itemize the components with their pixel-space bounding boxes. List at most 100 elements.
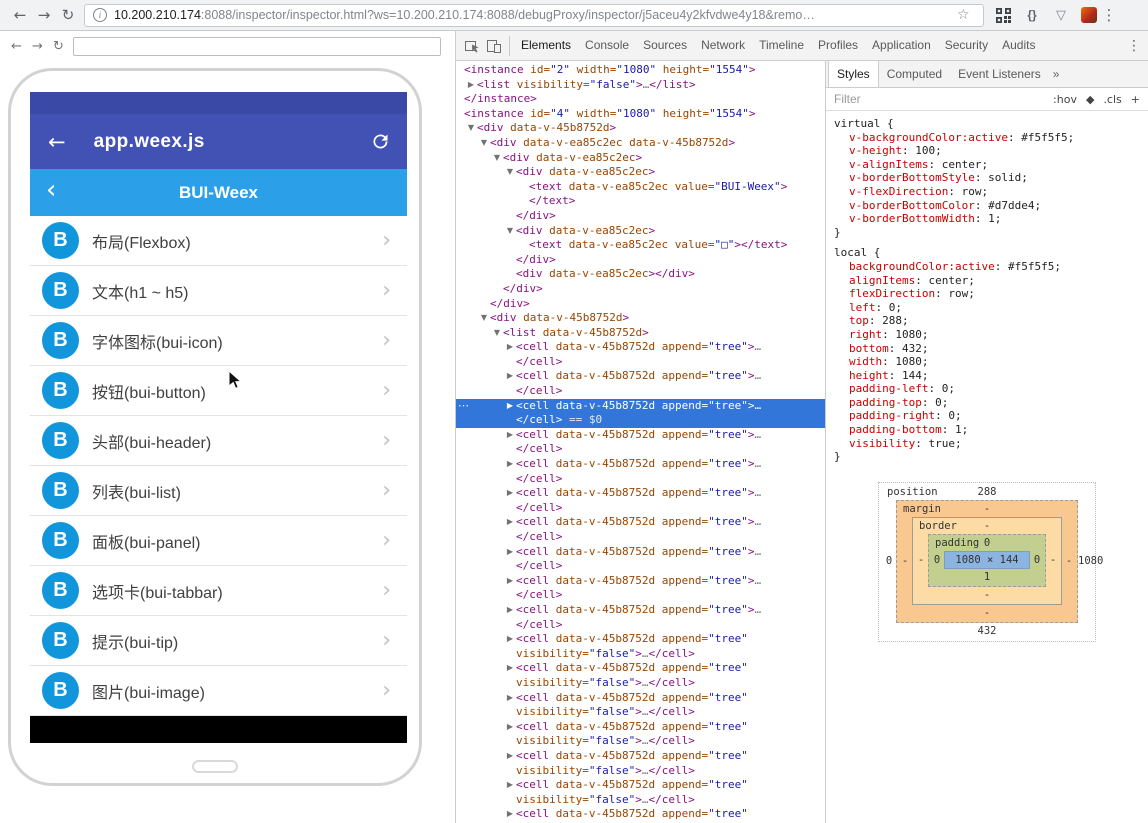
tab-application[interactable]: Application: [865, 38, 938, 52]
collapsed-arrow-icon[interactable]: ▶: [504, 369, 516, 384]
list-item[interactable]: B图片(bui-image)›: [30, 666, 407, 716]
css-property[interactable]: padding-bottom: 1;: [834, 423, 1146, 437]
tree-line[interactable]: </cell>: [456, 384, 825, 399]
tab-audits[interactable]: Audits: [995, 38, 1042, 52]
tree-line[interactable]: ▶<cell data-v-45b8752d append="tree">…: [456, 545, 825, 560]
tree-line[interactable]: visibility="false">…</cell>: [456, 676, 825, 691]
list-item[interactable]: B面板(bui-panel)›: [30, 516, 407, 566]
css-property[interactable]: padding-top: 0;: [834, 396, 1146, 410]
device-toolbar-button[interactable]: [483, 38, 505, 54]
tree-line[interactable]: ⋯▶<cell data-v-45b8752d append="tree">…: [456, 399, 825, 414]
tree-line[interactable]: ▼<div data-v-ea85c2ec>: [456, 165, 825, 180]
new-rule-button[interactable]: +: [1131, 93, 1140, 106]
collapsed-arrow-icon[interactable]: ▶: [504, 749, 516, 764]
browser-back-button[interactable]: ←: [8, 6, 32, 24]
diamond-icon[interactable]: ◆: [1086, 93, 1094, 106]
colored-extension-icon[interactable]: [1081, 7, 1097, 23]
tree-line[interactable]: </cell>: [456, 588, 825, 603]
collapsed-arrow-icon[interactable]: ▶: [504, 486, 516, 501]
tree-line[interactable]: ▼<div data-v-ea85c2ec>: [456, 224, 825, 239]
tree-line[interactable]: <text data-v-ea85c2ec value="BUI-Weex">: [456, 180, 825, 195]
collapsed-arrow-icon[interactable]: ▶: [504, 807, 516, 822]
box-model-content[interactable]: 1080 × 144: [944, 551, 1030, 569]
tree-line[interactable]: </div>: [456, 209, 825, 224]
list-item[interactable]: B选项卡(bui-tabbar)›: [30, 566, 407, 616]
tab-console[interactable]: Console: [578, 38, 636, 52]
inspector-address-input[interactable]: [73, 37, 441, 56]
browser-forward-button[interactable]: →: [32, 6, 56, 24]
collapsed-arrow-icon[interactable]: ▶: [504, 340, 516, 355]
collapsed-arrow-icon[interactable]: ▶: [504, 515, 516, 530]
tree-line[interactable]: ▼<div data-v-ea85c2ec data-v-45b8752d>: [456, 136, 825, 151]
address-bar[interactable]: i 10.200.210.174:8088/inspector/inspecto…: [84, 4, 984, 27]
collapsed-arrow-icon[interactable]: ▶: [504, 399, 516, 414]
css-property[interactable]: height: 144;: [834, 369, 1146, 383]
list-item[interactable]: B字体图标(bui-icon)›: [30, 316, 407, 366]
tree-line[interactable]: <instance id="4" width="1080" height="15…: [456, 107, 825, 122]
tree-line[interactable]: ▼<div data-v-ea85c2ec>: [456, 151, 825, 166]
expanded-arrow-icon[interactable]: ▼: [491, 151, 503, 166]
tree-line[interactable]: ▶<cell data-v-45b8752d append="tree">…: [456, 486, 825, 501]
css-property[interactable]: width: 1080;: [834, 355, 1146, 369]
tree-line[interactable]: ▶<cell data-v-45b8752d append="tree": [456, 807, 825, 822]
devtools-menu-button[interactable]: ⋮: [1125, 38, 1143, 54]
collapsed-arrow-icon[interactable]: ▶: [504, 603, 516, 618]
css-property[interactable]: padding-left: 0;: [834, 382, 1146, 396]
collapsed-arrow-icon[interactable]: ▶: [504, 428, 516, 443]
pseudo-state-button[interactable]: :hov: [1053, 93, 1077, 106]
box-model-padding[interactable]: padding001080 × 14401: [928, 534, 1046, 587]
page-info-icon[interactable]: i: [93, 8, 107, 22]
tree-line[interactable]: </cell>: [456, 618, 825, 633]
list-item[interactable]: B提示(bui-tip)›: [30, 616, 407, 666]
inspect-element-button[interactable]: [461, 38, 483, 54]
tree-line[interactable]: </cell>: [456, 355, 825, 370]
collapsed-arrow-icon[interactable]: ▶: [504, 574, 516, 589]
tree-line[interactable]: ▶<cell data-v-45b8752d append="tree">…: [456, 603, 825, 618]
tree-line[interactable]: ▶<cell data-v-45b8752d append="tree": [456, 661, 825, 676]
tree-line[interactable]: <text data-v-ea85c2ec value="□"></text>: [456, 238, 825, 253]
css-property[interactable]: v-flexDirection: row;: [834, 185, 1146, 199]
tree-line[interactable]: ▶<cell data-v-45b8752d append="tree": [456, 632, 825, 647]
braces-extension-icon[interactable]: {}: [1023, 6, 1041, 24]
box-model-position[interactable]: position2880margin--border--padding00108…: [878, 482, 1096, 642]
tree-line[interactable]: </cell>: [456, 442, 825, 457]
tree-line[interactable]: ▼<div data-v-45b8752d>: [456, 311, 825, 326]
expanded-arrow-icon[interactable]: ▼: [478, 136, 490, 151]
list-item[interactable]: B按钮(bui-button)›: [30, 366, 407, 416]
list-item[interactable]: B列表(bui-list)›: [30, 466, 407, 516]
tree-line[interactable]: ▶<cell data-v-45b8752d append="tree">…: [456, 340, 825, 355]
tree-line[interactable]: ▶<cell data-v-45b8752d append="tree": [456, 778, 825, 793]
refresh-icon[interactable]: [370, 131, 391, 152]
tree-line[interactable]: visibility="false">…</cell>: [456, 764, 825, 779]
css-property[interactable]: bottom: 432;: [834, 342, 1146, 356]
tree-line[interactable]: ▼<div data-v-45b8752d>: [456, 121, 825, 136]
tree-line[interactable]: <div data-v-ea85c2ec></div>: [456, 267, 825, 282]
collapsed-arrow-icon[interactable]: ▶: [504, 691, 516, 706]
tab-profiles[interactable]: Profiles: [811, 38, 865, 52]
tree-line[interactable]: </text>: [456, 194, 825, 209]
tree-line[interactable]: </cell>: [456, 530, 825, 545]
tab-security[interactable]: Security: [938, 38, 995, 52]
box-model-border[interactable]: border--padding001080 × 14401--: [912, 517, 1062, 605]
tree-line[interactable]: <instance id="2" width="1080" height="15…: [456, 63, 825, 78]
tab-timeline[interactable]: Timeline: [752, 38, 811, 52]
qr-extension-icon[interactable]: [994, 6, 1012, 24]
collapsed-arrow-icon[interactable]: ▶: [465, 78, 477, 93]
tab-computed[interactable]: Computed: [879, 61, 950, 87]
tree-line[interactable]: </div>: [456, 297, 825, 312]
css-property[interactable]: alignItems: center;: [834, 274, 1146, 288]
tree-line[interactable]: </cell> == $0: [456, 413, 825, 428]
tab-event-listeners[interactable]: Event Listeners: [950, 61, 1049, 87]
collapsed-arrow-icon[interactable]: ▶: [504, 632, 516, 647]
bookmark-star-icon[interactable]: ☆: [957, 7, 975, 23]
tree-line[interactable]: </cell>: [456, 559, 825, 574]
css-property[interactable]: left: 0;: [834, 301, 1146, 315]
tree-line[interactable]: </div>: [456, 282, 825, 297]
tree-line[interactable]: ▼<list data-v-45b8752d>: [456, 326, 825, 341]
tree-line[interactable]: </div>: [456, 253, 825, 268]
collapsed-arrow-icon[interactable]: ▶: [504, 661, 516, 676]
tree-line[interactable]: ▶<cell data-v-45b8752d append="tree": [456, 691, 825, 706]
expanded-arrow-icon[interactable]: ▼: [504, 165, 516, 180]
css-property[interactable]: v-borderBottomStyle: solid;: [834, 171, 1146, 185]
css-property[interactable]: visibility: true;: [834, 437, 1146, 451]
